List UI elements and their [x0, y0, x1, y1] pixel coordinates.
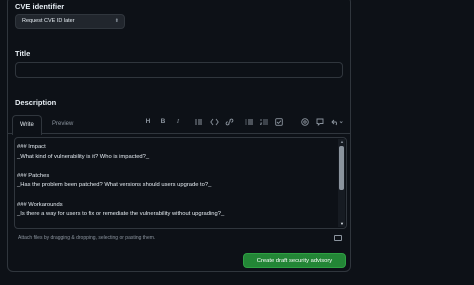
quote-icon[interactable] — [194, 118, 204, 126]
cve-select-value: Request CVE ID later — [22, 18, 75, 24]
italic-icon[interactable]: I — [173, 118, 183, 125]
scroll-up-icon[interactable]: ▲ — [340, 139, 344, 144]
description-line: _Has the problem been patched? What vers… — [17, 182, 212, 189]
code-icon[interactable] — [209, 118, 219, 126]
cve-identifier-label: CVE identifier — [15, 2, 65, 11]
description-line — [17, 191, 335, 201]
scrollbar-thumb[interactable] — [339, 146, 344, 190]
link-icon[interactable] — [224, 118, 234, 126]
undo-icon[interactable] — [330, 118, 344, 126]
create-draft-advisory-button[interactable]: Create draft security advisory — [243, 253, 346, 268]
markdown-icon — [334, 235, 342, 241]
ordered-list-icon[interactable] — [259, 118, 269, 126]
attach-files-bar[interactable]: Attach files by dragging & dropping, sel… — [14, 231, 347, 245]
chevron-updown-icon: ⬍ — [114, 18, 119, 24]
scroll-down-icon[interactable]: ▼ — [340, 221, 344, 226]
description-line: ### Impact — [17, 144, 46, 150]
title-label: Title — [15, 49, 31, 58]
description-line: _What kind of vulnerability is it? Who i… — [17, 153, 150, 160]
attach-files-text: Attach files by dragging & dropping, sel… — [18, 235, 156, 241]
reference-icon[interactable] — [315, 118, 325, 126]
tab-preview[interactable]: Preview — [52, 121, 73, 127]
description-line: ### Patches — [17, 172, 50, 179]
task-list-icon[interactable] — [274, 118, 284, 126]
tab-write[interactable]: Write — [12, 115, 42, 135]
description-line: ### Workarounds — [17, 201, 63, 208]
mention-icon[interactable] — [300, 118, 310, 126]
cve-select[interactable]: Request CVE ID later ⬍ — [15, 14, 125, 29]
description-line — [17, 162, 335, 172]
bold-icon[interactable]: B — [158, 118, 168, 125]
description-textarea[interactable]: ### Impact _What kind of vulnerability i… — [14, 137, 347, 229]
editor-header: Write Preview H B I — [8, 115, 350, 135]
unordered-list-icon[interactable] — [244, 118, 254, 126]
title-input[interactable] — [15, 62, 343, 78]
heading-icon[interactable]: H — [143, 118, 153, 125]
description-label: Description — [15, 98, 57, 107]
description-line: _Is there a way for users to fix or reme… — [17, 211, 225, 218]
